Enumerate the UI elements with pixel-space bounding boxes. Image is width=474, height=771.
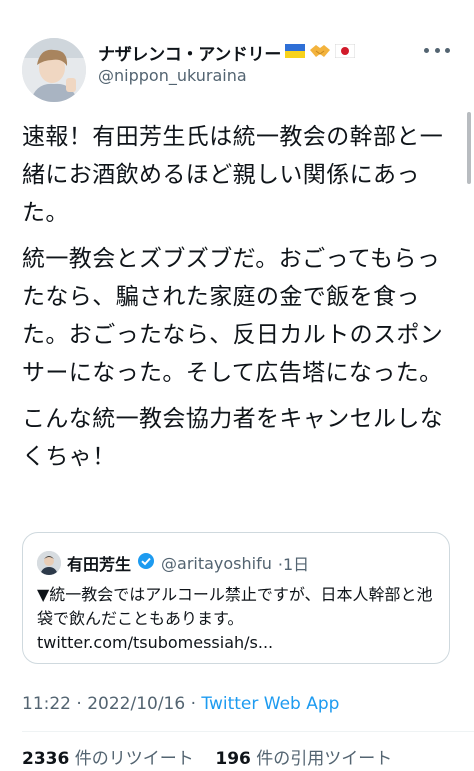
quoted-tweet-header: 有田芳生 @aritayoshifu ·1日: [37, 551, 309, 575]
tweet-timestamp[interactable]: 11:22 · 2022/10/16 ·: [22, 694, 201, 714]
tweet-text: 速報！有田芳生氏は統一教会の幹部と一緒にお酒飲めるほど親しい関係にあった。 統一…: [22, 118, 450, 484]
more-options-icon[interactable]: [424, 44, 450, 56]
quote-tweets-stat[interactable]: 196 件の引用ツイート: [215, 749, 392, 769]
author-display-name[interactable]: ナザレンコ・アンドリー: [98, 40, 281, 65]
handshake-icon: [309, 43, 331, 63]
author-name-row[interactable]: ナザレンコ・アンドリー: [98, 40, 356, 65]
tweet-paragraph: こんな統一教会協力者をキャンセルしなくちゃ！: [22, 406, 444, 470]
retweets-count: 2336: [22, 749, 70, 769]
quotes-label: 件の引用ツイート: [256, 749, 393, 769]
quoted-author-avatar: [37, 551, 61, 575]
quoted-author-handle: @aritayoshifu: [161, 553, 272, 573]
author-avatar[interactable]: [22, 38, 86, 102]
tweet-paragraph: 速報！有田芳生氏は統一教会の幹部と一緒にお酒飲めるほど親しい関係にあった。: [22, 124, 444, 226]
retweets-stat[interactable]: 2336 件のリツイート: [22, 749, 194, 769]
quoted-tweet-card[interactable]: 有田芳生 @aritayoshifu ·1日 ▼統一教会ではアルコール禁止ですが…: [22, 532, 450, 664]
tweet-meta: 11:22 · 2022/10/16 · Twitter Web App: [22, 694, 339, 714]
ukraine-flag-icon: [285, 43, 306, 62]
scrollbar[interactable]: [467, 112, 471, 184]
tweet-paragraph: 統一教会とズブズブだ。おごってもらったなら、騙された家庭の金で飯を食った。おごっ…: [22, 246, 444, 386]
japan-flag-icon: [334, 43, 356, 62]
quoted-tweet-text: ▼統一教会ではアルコール禁止ですが、日本人幹部と池袋で飲んだこともあります。 t…: [37, 585, 433, 652]
author-handle[interactable]: @nippon_ukuraina: [98, 66, 247, 85]
source-app-link[interactable]: Twitter Web App: [201, 694, 339, 714]
quoted-tweet-time: ·1日: [277, 555, 310, 574]
divider: [22, 731, 474, 732]
quotes-count: 196: [215, 749, 251, 769]
quoted-author-name: 有田芳生: [67, 555, 132, 574]
verified-badge-icon: [137, 552, 155, 574]
retweets-label: 件のリツイート: [74, 749, 194, 769]
engagement-stats: 2336 件のリツイート 196 件の引用ツイート: [22, 744, 392, 769]
